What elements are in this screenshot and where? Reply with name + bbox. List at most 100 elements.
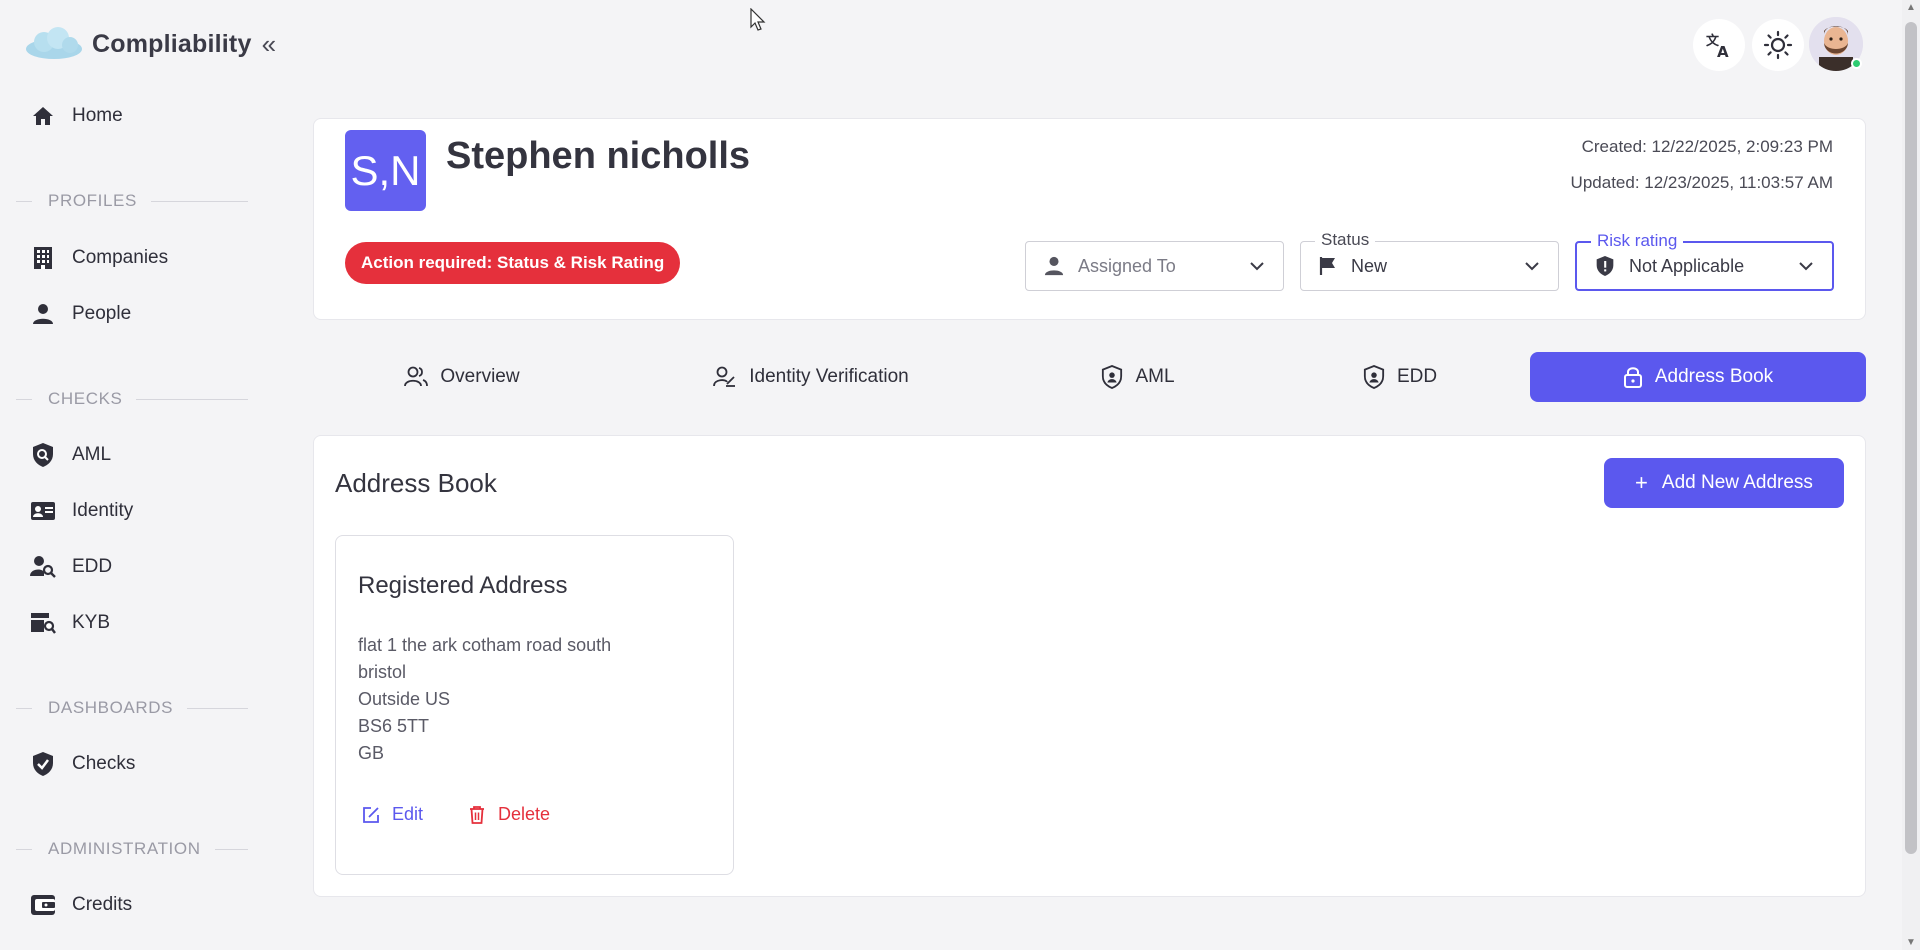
lock-icon — [1623, 367, 1642, 388]
building-icon — [30, 245, 56, 271]
sidebar-item-aml[interactable]: AML — [30, 435, 111, 475]
sidebar-item-identity[interactable]: Identity — [30, 491, 133, 531]
edit-icon — [363, 806, 379, 823]
section-dashboards: DASHBOARDS — [16, 698, 248, 718]
user-search-icon — [30, 554, 56, 580]
svg-text:A: A — [1717, 43, 1729, 59]
section-label: PROFILES — [48, 191, 137, 210]
app-name: Compliability — [92, 29, 252, 58]
edit-label: Edit — [392, 804, 424, 824]
theme-toggle-button[interactable] — [1752, 19, 1804, 71]
section-checks: CHECKS — [16, 389, 248, 409]
sidebar: Compliability « Home PROFILES Companies … — [0, 0, 276, 950]
home-icon — [30, 103, 56, 129]
tab-aml[interactable]: AML — [1095, 352, 1181, 402]
address-line: GB — [358, 743, 385, 763]
sidebar-item-kyb[interactable]: KYB — [30, 603, 110, 643]
status-badge: Action required: Status & Risk Rating — [345, 242, 681, 284]
scroll-up-icon[interactable]: ▲ — [1906, 2, 1916, 13]
sidebar-item-people[interactable]: People — [30, 294, 131, 334]
shield-search-icon — [30, 442, 56, 468]
scrollbar-thumb[interactable] — [1905, 22, 1917, 854]
add-new-address-label: Add New Address — [1661, 472, 1813, 493]
translate-button[interactable]: 文 A — [1693, 19, 1745, 71]
section-profiles: PROFILES — [16, 191, 248, 211]
section-label: DASHBOARDS — [48, 698, 174, 717]
shield-user-icon — [1363, 365, 1385, 389]
shield-check-icon — [30, 751, 56, 777]
tab-edd[interactable]: EDD — [1358, 352, 1442, 402]
section-title: Address Book — [335, 468, 497, 498]
tab-label: Address Book — [1654, 366, 1774, 387]
address-line: Outside US — [358, 689, 451, 709]
flag-icon — [1319, 257, 1335, 275]
user-avatar[interactable] — [1809, 17, 1863, 71]
status-value: New — [1351, 255, 1388, 276]
tab-overview[interactable]: Overview — [393, 352, 531, 402]
tab-label: Overview — [440, 366, 520, 387]
updated-timestamp: Updated: 12/23/2025, 11:03:57 AM — [1570, 173, 1833, 192]
risk-rating-legend: Risk rating — [1591, 231, 1684, 251]
address-card: Registered Address flat 1 the ark cotham… — [335, 535, 734, 875]
delete-address-button[interactable]: Delete — [468, 804, 550, 825]
assigned-to-select[interactable]: Assigned To — [1025, 241, 1284, 291]
address-line: bristol — [358, 662, 407, 682]
sidebar-item-home[interactable]: Home — [30, 96, 123, 136]
address-line: flat 1 the ark cotham road south — [358, 635, 612, 655]
section-administration: ADMINISTRATION — [16, 839, 248, 859]
sidebar-item-label: AML — [72, 444, 112, 465]
sidebar-item-label: Credits — [72, 894, 133, 915]
tab-label: Identity Verification — [749, 366, 909, 387]
person-icon — [30, 301, 56, 327]
page-scrollbar[interactable]: ▲ ▼ — [1902, 0, 1920, 950]
sidebar-item-companies[interactable]: Companies — [30, 238, 168, 278]
edit-address-button[interactable]: Edit — [362, 804, 423, 825]
risk-rating-select[interactable]: Risk rating Not Applicable — [1575, 231, 1834, 291]
status-legend: Status — [1315, 230, 1376, 250]
sidebar-item-label: Identity — [72, 500, 134, 521]
address-book-panel: Address Book + Add New Address Registere… — [313, 435, 1866, 897]
sidebar-item-credits[interactable]: Credits — [30, 885, 132, 925]
profile-header-card: S,N Stephen nicholls Created: 12/22/2025… — [313, 118, 1866, 320]
sidebar-item-label: KYB — [72, 612, 111, 633]
created-timestamp: Created: 12/22/2025, 2:09:23 PM — [1581, 137, 1833, 156]
brand: Compliability « — [24, 24, 276, 64]
collapse-sidebar-icon[interactable]: « — [262, 31, 276, 57]
section-label: ADMINISTRATION — [48, 839, 201, 858]
chevron-down-icon — [1799, 262, 1813, 271]
trash-icon — [470, 806, 484, 824]
page-title: Stephen nicholls — [446, 135, 751, 177]
delete-label: Delete — [498, 804, 551, 824]
section-label: CHECKS — [48, 389, 123, 408]
tab-label: EDD — [1396, 366, 1438, 387]
tab-label: AML — [1135, 366, 1175, 387]
shield-user-icon — [1102, 365, 1123, 389]
person-icon — [1044, 256, 1064, 276]
sidebar-item-label: People — [72, 303, 132, 324]
id-card-icon — [30, 498, 56, 524]
address-line: BS6 5TT — [358, 716, 430, 736]
sidebar-item-label: EDD — [72, 556, 113, 577]
status-select[interactable]: Status New — [1300, 230, 1559, 291]
sidebar-item-label: Companies — [72, 247, 169, 268]
chevron-down-icon — [1525, 262, 1539, 271]
address-card-title: Registered Address — [358, 572, 568, 599]
sidebar-item-checks[interactable]: Checks — [30, 744, 135, 784]
sidebar-item-label: Checks — [72, 753, 136, 774]
profile-initials: S,N — [345, 130, 426, 211]
wallet-icon — [30, 892, 56, 918]
tab-address-book[interactable]: Address Book — [1530, 352, 1866, 402]
sun-icon — [1763, 30, 1793, 60]
user-check-icon — [713, 366, 736, 387]
sidebar-item-edd[interactable]: EDD — [30, 547, 112, 587]
chevron-down-icon — [1250, 262, 1264, 271]
scroll-down-icon[interactable]: ▼ — [1906, 937, 1916, 948]
risk-rating-value: Not Applicable — [1629, 255, 1745, 276]
tab-identity-verification[interactable]: Identity Verification — [695, 352, 927, 402]
plus-icon: + — [1635, 470, 1648, 495]
add-new-address-button[interactable]: + Add New Address — [1604, 458, 1844, 508]
assigned-to-value: Assigned To — [1078, 255, 1176, 276]
users-icon — [404, 366, 429, 387]
cloud-logo-icon — [26, 27, 82, 59]
shield-alert-icon — [1596, 256, 1614, 276]
